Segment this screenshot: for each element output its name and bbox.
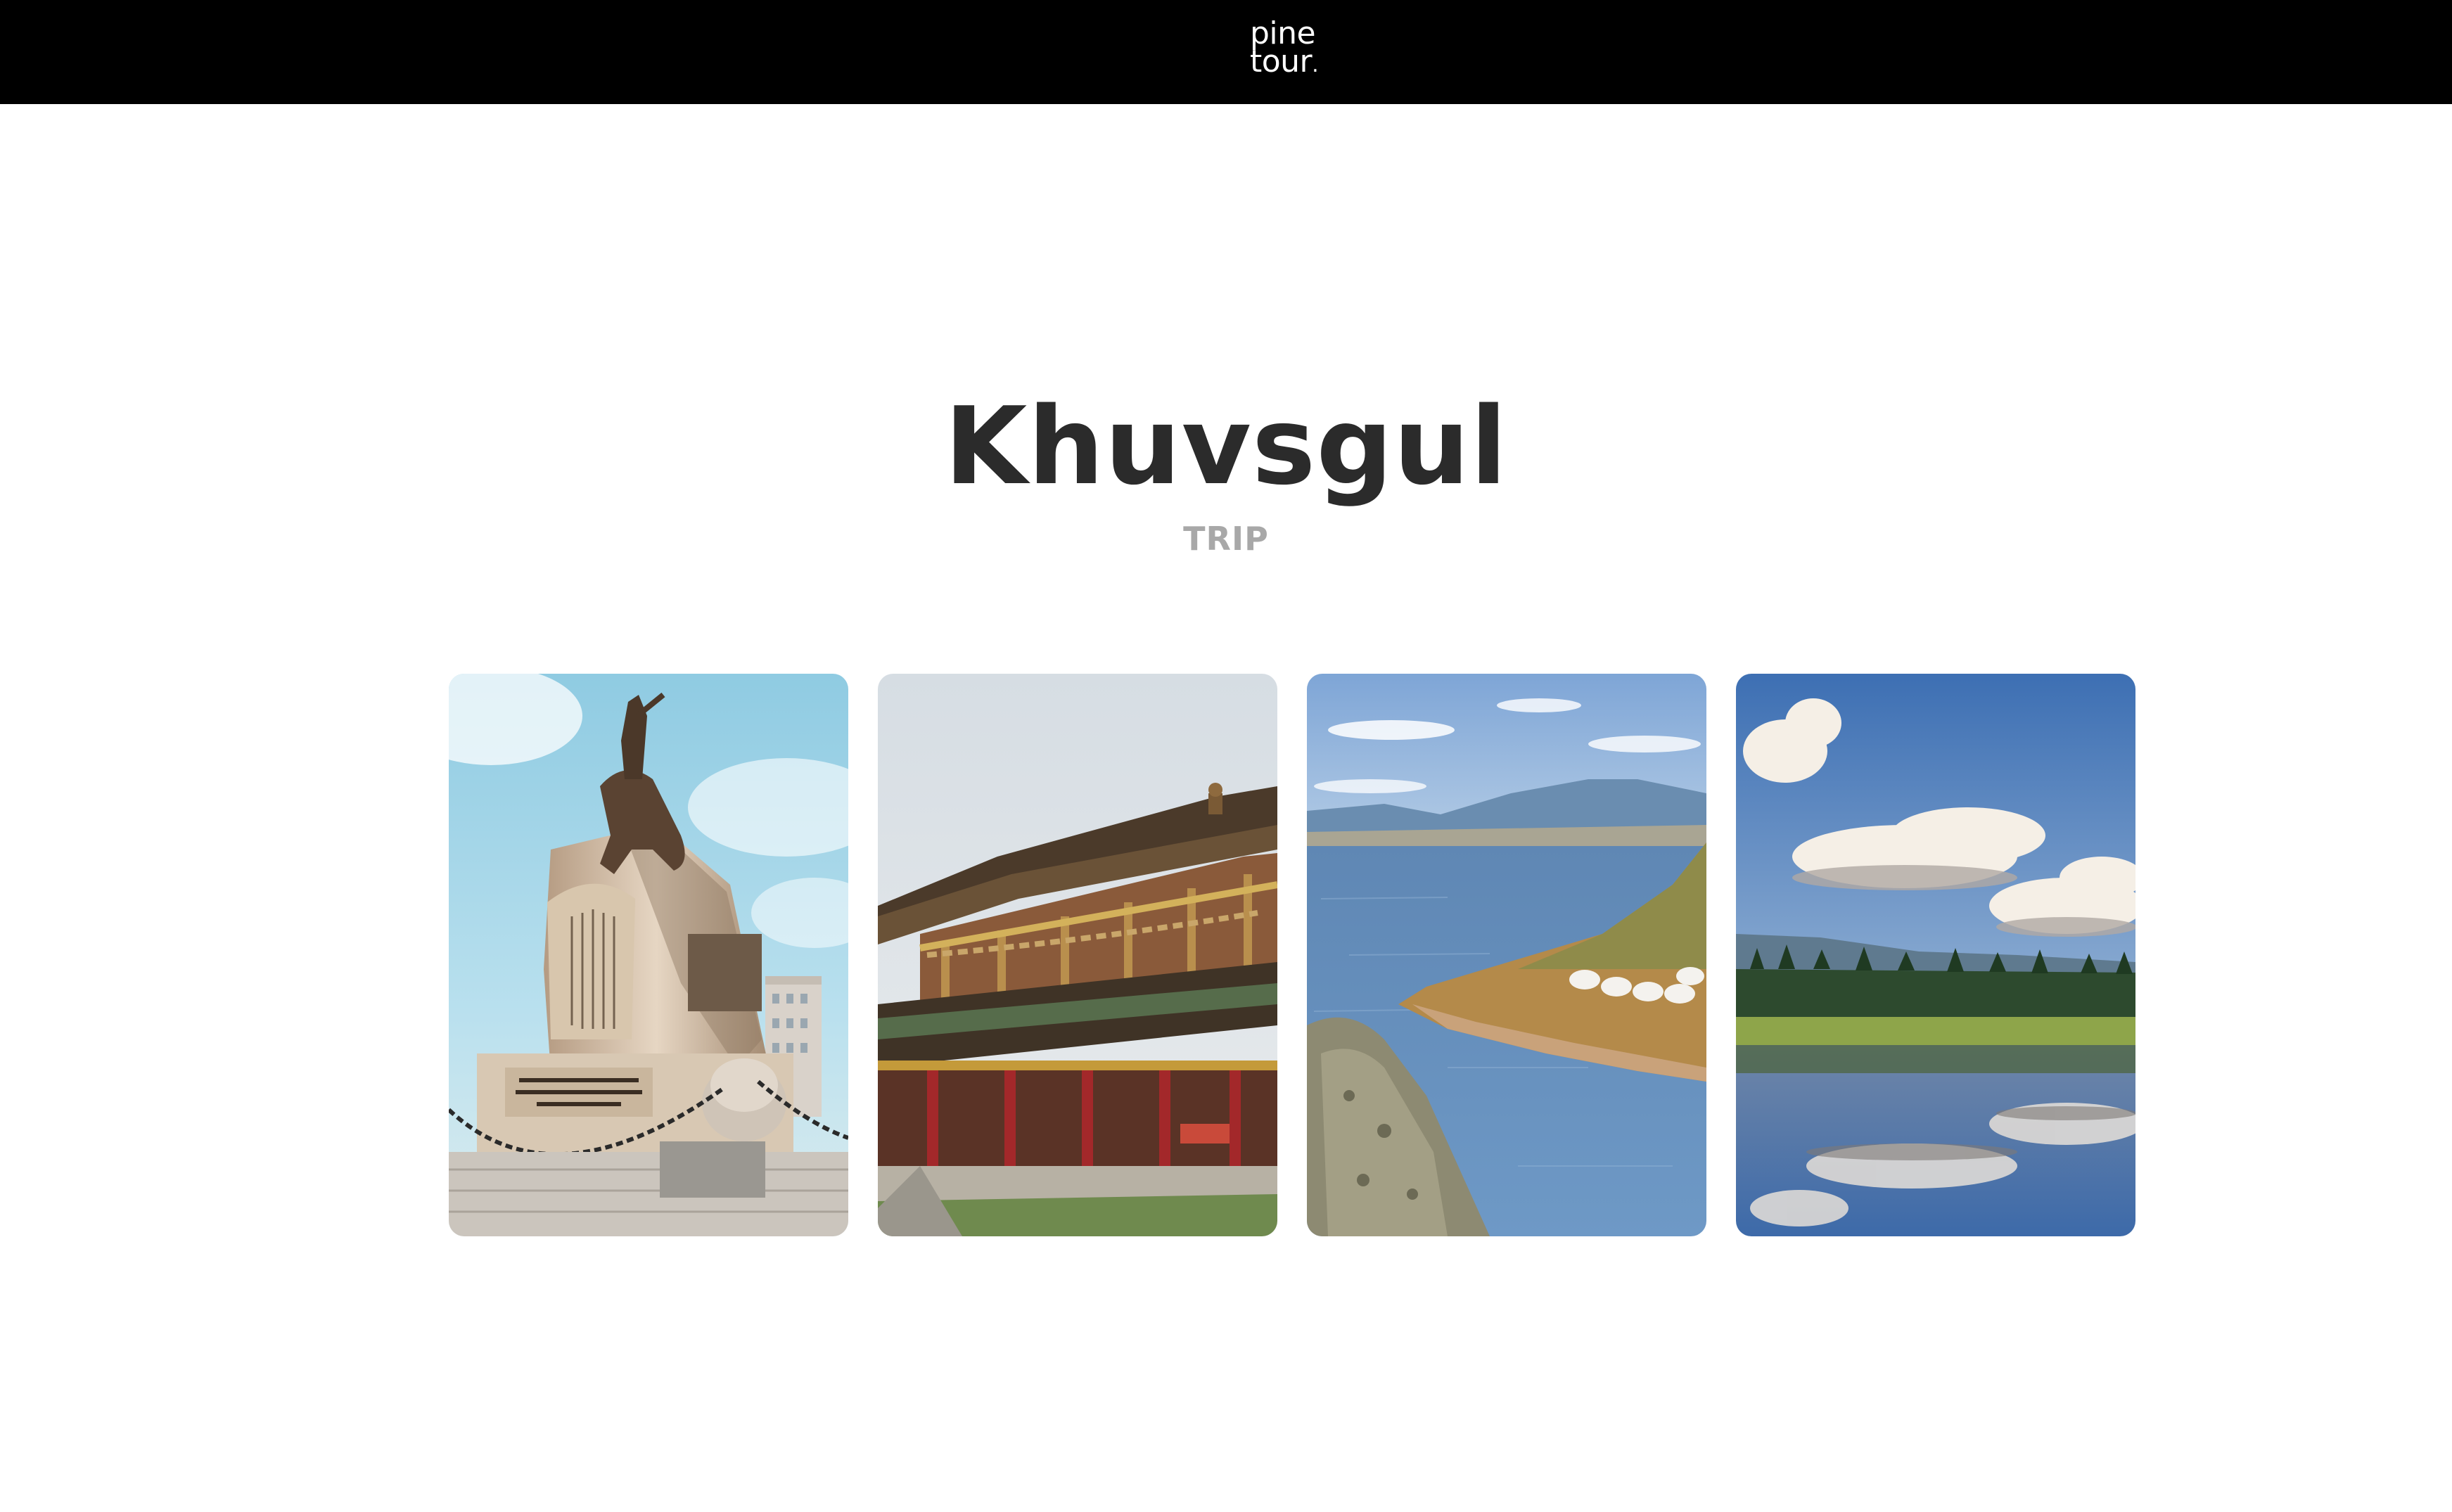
lake-shore-photo-image [1307, 674, 1706, 1236]
logo-line-2: tour. [1250, 46, 1319, 79]
gallery-photo-lake-shore[interactable] [1307, 674, 1706, 1236]
page-title: Khuvsgul [944, 384, 1508, 508]
logo-line-2-text: tour [1250, 44, 1313, 79]
pine-tour-logo[interactable]: pine tour. [1250, 18, 1319, 79]
page-subtitle: TRIP [1183, 520, 1269, 558]
temple-photo-image [878, 674, 1277, 1236]
gallery-photo-lake-reflection[interactable] [1736, 674, 2135, 1236]
gallery-photo-temple[interactable] [878, 674, 1277, 1236]
logo-dot: . [1312, 53, 1319, 77]
photo-gallery [449, 674, 2135, 1236]
gallery-photo-statue[interactable] [449, 674, 848, 1236]
statue-photo-image [449, 674, 848, 1236]
top-navigation-bar: pine tour. [0, 0, 2452, 104]
lake-reflection-photo-image [1736, 674, 2135, 1236]
